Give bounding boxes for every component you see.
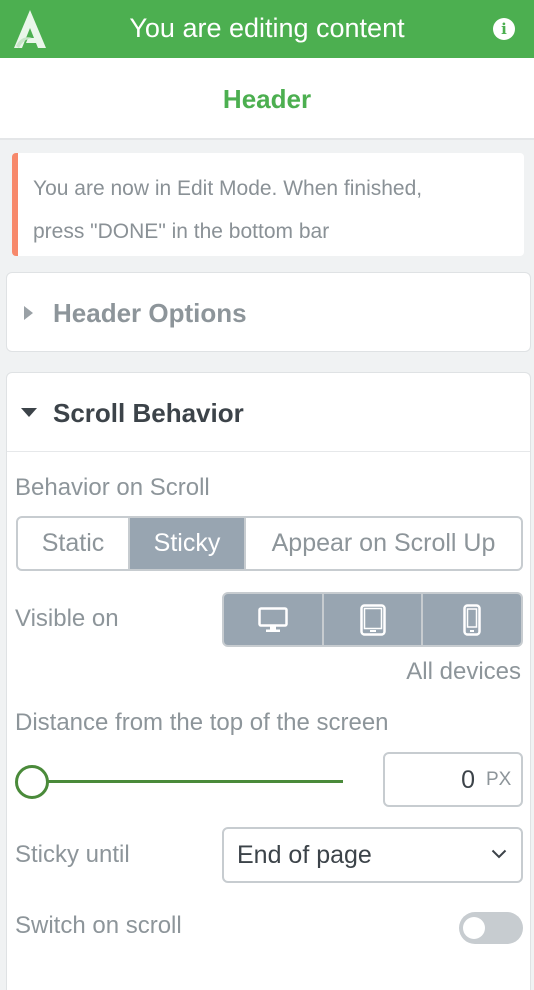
device-mobile-button[interactable] (423, 594, 521, 645)
distance-label: Distance from the top of the screen (15, 709, 389, 736)
mobile-icon (463, 603, 481, 636)
sticky-until-select[interactable]: End of page (222, 827, 523, 883)
sticky-until-label: Sticky until (15, 841, 130, 868)
device-tablet-button[interactable] (324, 594, 424, 645)
device-desktop-button[interactable] (224, 594, 324, 645)
distance-input[interactable] (391, 762, 475, 798)
section-title-scroll-behavior[interactable]: Scroll Behavior (53, 373, 244, 453)
section-title-header-options[interactable]: Header Options (53, 273, 247, 353)
desktop-icon (258, 606, 288, 632)
toggle-knob (463, 917, 485, 939)
behavior-segmented-control: Static Sticky Appear on Scroll Up (16, 516, 523, 571)
distance-slider-handle[interactable] (15, 765, 49, 799)
notice-line-1: You are now in Edit Mode. When finished, (33, 177, 423, 200)
chevron-down-icon (491, 849, 507, 859)
segment-appear-on-scroll-up[interactable]: Appear on Scroll Up (246, 518, 521, 569)
top-bar: You are editing content i (0, 0, 534, 58)
panel-title: Header (222, 84, 312, 114)
distance-input-box: PX (383, 752, 523, 807)
info-icon[interactable]: i (493, 18, 515, 40)
section-divider (7, 451, 530, 452)
caret-down-icon[interactable] (21, 408, 37, 417)
editing-banner-title: You are editing content (129, 13, 405, 43)
edit-mode-notice: You are now in Edit Mode. When finished,… (12, 153, 524, 256)
visible-on-label: Visible on (15, 605, 119, 632)
segment-static[interactable]: Static (18, 518, 130, 569)
panel-header: Header (0, 58, 534, 140)
caret-right-icon (24, 306, 33, 320)
sticky-until-value: End of page (237, 841, 372, 869)
switch-on-scroll-label: Switch on scroll (15, 912, 182, 939)
scroll-behavior-section: Scroll Behavior Behavior on Scroll Stati… (6, 372, 531, 990)
tablet-icon (359, 603, 386, 636)
header-options-section[interactable]: Header Options (6, 272, 531, 352)
switch-on-scroll-toggle[interactable] (459, 912, 523, 944)
distance-slider-track[interactable] (33, 780, 343, 783)
notice-line-2: press "DONE" in the bottom bar (33, 220, 330, 243)
distance-unit: PX (486, 769, 512, 790)
segment-sticky[interactable]: Sticky (130, 518, 246, 569)
behavior-on-scroll-label: Behavior on Scroll (15, 474, 210, 501)
devices-caption: All devices (406, 658, 521, 685)
device-visibility-control (222, 592, 523, 647)
